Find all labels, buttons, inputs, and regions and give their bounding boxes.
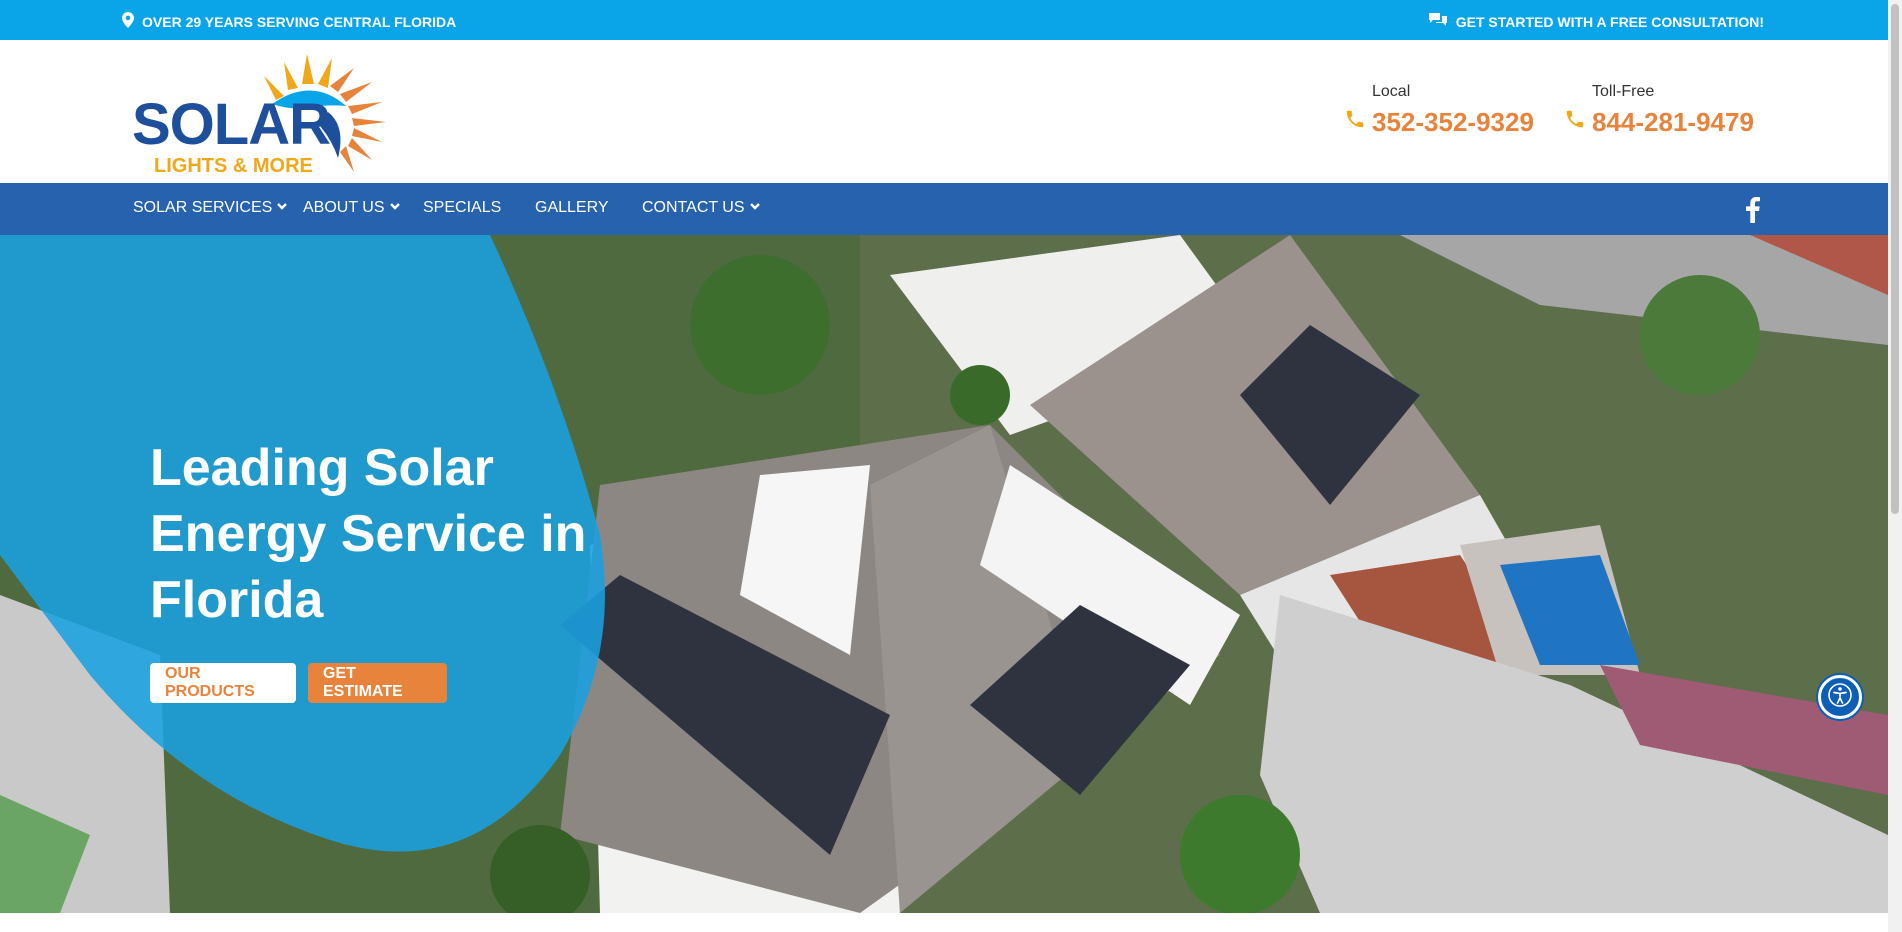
nav-item-label: ABOUT US [303,199,385,216]
main-nav: SOLAR SERVICES ABOUT US SPECIALS GALLERY… [0,183,1888,235]
chevron-down-icon [389,199,401,217]
site-logo[interactable]: SOLAR LIGHTS & MORE [132,54,412,176]
nav-item-label: CONTACT US [642,199,745,216]
hero-title: Leading Solar Energy Service in Florida [150,439,587,629]
local-phone-number: 352-352-9329 [1372,106,1534,137]
chat-bubbles-icon [1428,12,1448,31]
free-consultation-link[interactable]: GET STARTED WITH A FREE CONSULTATION! [1428,12,1764,31]
top-bar-left: OVER 29 YEARS SERVING CENTRAL FLORIDA [122,12,456,31]
nav-item-label: SOLAR SERVICES [133,199,273,216]
site-header: SOLAR LIGHTS & MORE Local 352-352-9329 T… [0,40,1888,183]
page-scrollbar[interactable] [1888,0,1902,932]
tollfree-phone-number: 844-281-9479 [1592,106,1754,137]
years-serving-text: OVER 29 YEARS SERVING CENTRAL FLORIDA [142,13,457,30]
scrollbar-thumb[interactable] [1891,4,1899,514]
phone-icon [1564,108,1586,135]
nav-item-specials[interactable]: SPECIALS [423,199,501,217]
phone-icon [1344,108,1366,135]
free-consultation-text: GET STARTED WITH A FREE CONSULTATION! [1455,13,1764,30]
nav-item-label: GALLERY [535,199,609,216]
accessibility-button[interactable] [1818,675,1862,719]
chevron-down-icon [276,199,288,217]
nav-item-about-us[interactable]: ABOUT US [303,199,401,217]
page-bottom-strip [0,913,1888,932]
tollfree-phone-link[interactable]: 844-281-9479 [1564,108,1754,135]
tollfree-phone-block: Toll-Free 844-281-9479 [1564,84,1754,135]
map-pin-icon [122,12,134,31]
nav-item-solar-services[interactable]: SOLAR SERVICES [133,199,288,217]
get-estimate-button[interactable]: GET ESTIMATE [308,663,447,703]
accessibility-icon [1827,682,1853,713]
page: OVER 29 YEARS SERVING CENTRAL FLORIDA GE… [0,0,1902,932]
logo-subtitle: LIGHTS & MORE [154,155,313,177]
tollfree-phone-label: Toll-Free [1592,83,1655,100]
nav-item-gallery[interactable]: GALLERY [535,199,609,217]
nav-item-label: SPECIALS [423,199,502,216]
local-phone-label: Local [1372,83,1411,100]
facebook-icon [1746,197,1760,227]
hero-section: Leading Solar Energy Service in Florida … [0,235,1888,913]
chevron-down-icon [749,199,761,217]
facebook-link[interactable] [1746,197,1760,228]
local-phone-link[interactable]: 352-352-9329 [1344,108,1534,135]
nav-item-contact-us[interactable]: CONTACT US [642,199,761,217]
logo-word: SOLAR [132,92,331,157]
our-products-button[interactable]: OUR PRODUCTS [150,663,296,703]
top-bar: OVER 29 YEARS SERVING CENTRAL FLORIDA GE… [0,0,1888,40]
local-phone-block: Local 352-352-9329 [1344,84,1534,135]
